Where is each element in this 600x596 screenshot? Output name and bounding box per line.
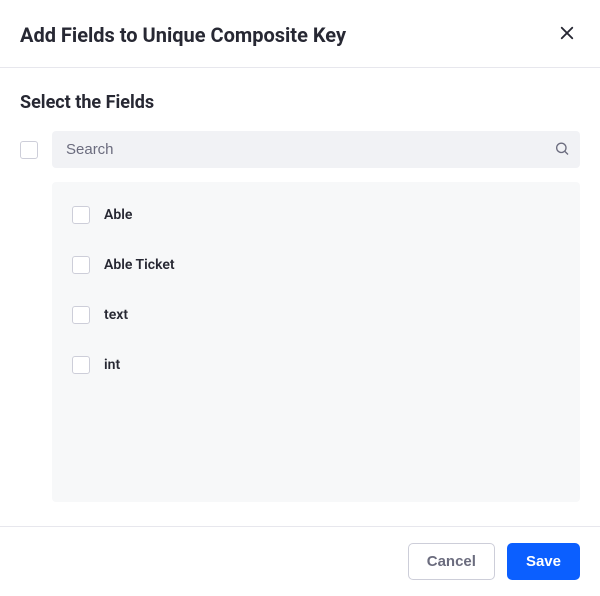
dialog-header: Add Fields to Unique Composite Key [0, 0, 600, 68]
select-all-checkbox[interactable] [20, 141, 38, 159]
section-title: Select the Fields [20, 92, 580, 113]
list-item: text [52, 290, 580, 340]
search-row [20, 131, 580, 168]
search-wrapper [52, 131, 580, 168]
cancel-button[interactable]: Cancel [408, 543, 495, 580]
field-label: Able Ticket [104, 257, 175, 273]
list-item: Able Ticket [52, 240, 580, 290]
field-checkbox[interactable] [72, 256, 90, 274]
dialog-footer: Cancel Save [0, 526, 600, 596]
fields-list[interactable]: Able Able Ticket text int [52, 182, 580, 502]
field-label: int [104, 357, 120, 373]
field-checkbox[interactable] [72, 206, 90, 224]
search-button[interactable] [554, 140, 570, 159]
field-label: Able [104, 207, 132, 223]
dialog-title: Add Fields to Unique Composite Key [20, 23, 346, 47]
field-checkbox[interactable] [72, 356, 90, 374]
list-item: Able [52, 190, 580, 240]
list-item: int [52, 340, 580, 390]
field-checkbox[interactable] [72, 306, 90, 324]
search-input[interactable] [52, 131, 580, 168]
save-button[interactable]: Save [507, 543, 580, 580]
dialog-body: Select the Fields Able Able Ticket [0, 68, 600, 526]
field-label: text [104, 307, 128, 323]
close-icon [558, 24, 576, 45]
close-button[interactable] [554, 20, 580, 49]
search-icon [554, 140, 570, 159]
